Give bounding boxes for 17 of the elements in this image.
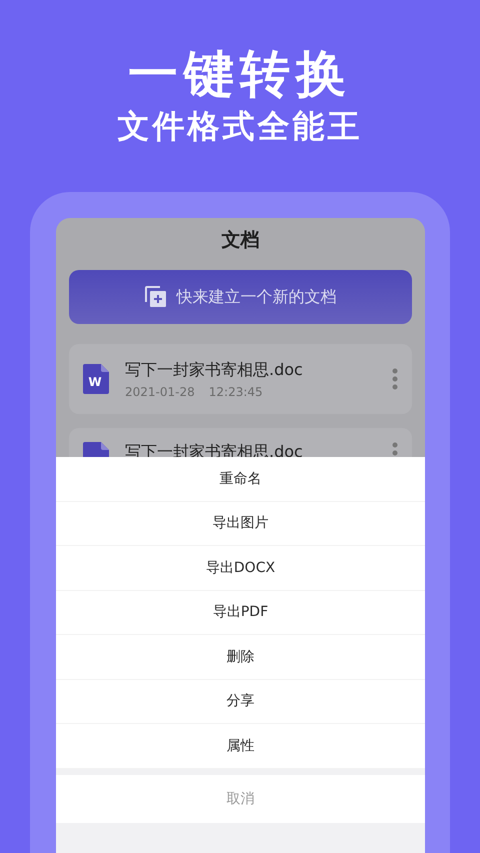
create-document-button[interactable]: 快来建立一个新的文档 <box>69 270 412 324</box>
menu-item[interactable]: 分享 <box>56 680 425 724</box>
menu-item[interactable]: 导出DOCX <box>56 546 425 590</box>
word-file-icon: W <box>83 364 109 394</box>
menu-item[interactable]: 重命名 <box>56 457 425 502</box>
menu-item[interactable]: 删除 <box>56 635 425 680</box>
add-document-icon <box>144 286 166 308</box>
subtitle: 文件格式全能王 <box>118 106 362 146</box>
document-card[interactable]: W 写下一封家书寄相思.doc 2021-01-28 12:23:45 <box>69 344 412 414</box>
menu-item[interactable]: 导出图片 <box>56 502 425 546</box>
headline: 一键转换 <box>128 44 352 104</box>
document-date: 2021-01-28 <box>125 384 195 398</box>
document-time: 12:23:45 <box>208 384 263 398</box>
document-name: 写下一封家书寄相思.doc <box>125 360 304 380</box>
screen-title: 文档 <box>222 228 260 252</box>
menu-item[interactable]: 导出PDF <box>56 590 425 635</box>
menu-item[interactable]: 属性 <box>56 724 425 768</box>
